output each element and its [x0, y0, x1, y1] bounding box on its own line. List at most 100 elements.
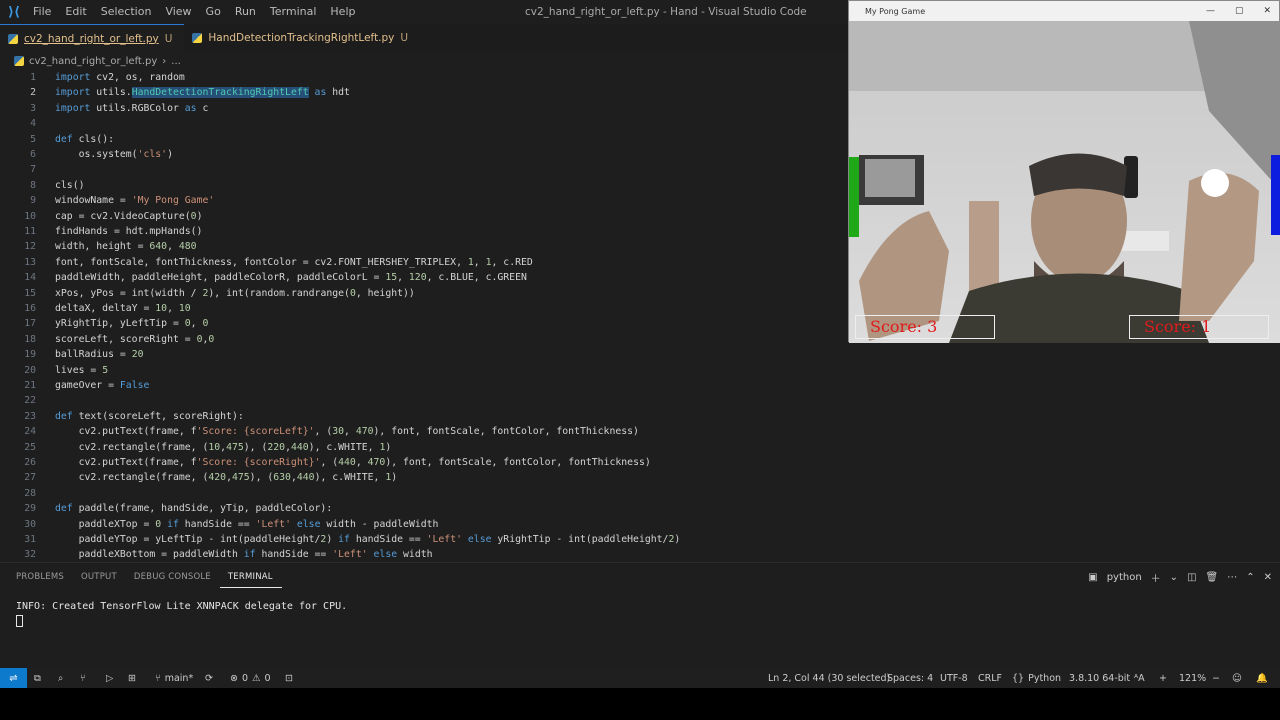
bottom-panel: PROBLEMS OUTPUT DEBUG CONSOLE TERMINAL ▣… — [0, 562, 1280, 668]
code-line[interactable]: 20 lives = 5 — [0, 363, 1280, 378]
warning-icon: ⚠ — [252, 672, 261, 684]
line-number: 17 — [24, 318, 36, 330]
new-terminal-icon[interactable]: ＋ — [1151, 570, 1161, 585]
line-number: 10 — [24, 210, 36, 222]
terminal-shell-label[interactable]: python — [1107, 572, 1142, 583]
tab-terminal[interactable]: TERMINAL — [219, 567, 282, 588]
warning-count: 0 — [264, 672, 271, 684]
layout-icon[interactable]: ⊞ — [128, 673, 136, 684]
menu-run[interactable]: Run — [230, 0, 265, 24]
code-line[interactable]: 29 def paddle(frame, handSide, yTip, padd… — [0, 501, 1280, 516]
code-line[interactable]: 24 cv2.putText(frame, f'Score: {scoreLef… — [0, 424, 1280, 439]
menu-go[interactable]: Go — [201, 0, 230, 24]
maximize-icon[interactable]: ▢ — [1235, 6, 1244, 16]
python-interpreter[interactable]: 3.8.10 64-bit — [1069, 673, 1130, 684]
line-number: 1 — [30, 72, 36, 83]
panel-actions: ▣ python ＋ ⌄ ◫ 🗑 ⋯ ⌃ ✕ — [1088, 563, 1272, 591]
braces-icon: {} — [1012, 672, 1025, 684]
line-number: 13 — [24, 256, 36, 268]
status-bar: ⇌ ⧉ ⌕ ⑂ ▷ ⊞ ⑂ main* ⟳ ⊗ 0 ⚠ 0 ⊡ Ln 2, Co… — [0, 668, 1280, 688]
source-control-icon[interactable]: ⑂ — [80, 673, 86, 684]
close-icon[interactable]: ✕ — [1264, 572, 1272, 583]
pong-window-title: My Pong Game — [865, 6, 926, 16]
line-number: 19 — [24, 349, 36, 361]
sync-icon[interactable]: ⟳ — [205, 673, 213, 684]
code-text: cv2.putText(frame, f'Score: {scoreLeft}'… — [55, 426, 639, 438]
code-text: findHands = hdt.mpHands() — [55, 226, 203, 237]
tab-hand-detection-tracking[interactable]: HandDetectionTrackingRightLeft.py U — [184, 24, 420, 52]
notifications-icon[interactable]: 🔔 — [1256, 673, 1268, 684]
code-text: def cls(): — [55, 133, 114, 145]
tab-debug-console[interactable]: DEBUG CONSOLE — [126, 563, 220, 591]
chevron-down-icon[interactable]: ⌄ — [1170, 572, 1178, 583]
minimize-icon[interactable]: — — [1206, 6, 1215, 16]
breadcrumb-file[interactable]: cv2_hand_right_or_left.py — [29, 56, 157, 67]
menu-edit[interactable]: Edit — [60, 0, 95, 24]
zoom-out-icon[interactable]: − — [1212, 673, 1220, 684]
code-line[interactable]: 26 cv2.putText(frame, f'Score: {scoreRig… — [0, 455, 1280, 470]
pong-game-window[interactable]: My Pong Game — ▢ ✕ Score: 3 Score: 1 — [848, 0, 1280, 343]
code-text: cv2.rectangle(frame, (10,475), (220,440)… — [55, 441, 392, 453]
line-number: 32 — [24, 549, 36, 561]
menu-help[interactable]: Help — [325, 0, 364, 24]
pong-title-bar[interactable]: My Pong Game — ▢ ✕ — [849, 1, 1279, 21]
code-text: ballRadius = 20 — [55, 349, 144, 361]
code-text: width, height = 640, 480 — [55, 241, 197, 253]
line-number: 26 — [24, 457, 36, 468]
branch-indicator[interactable]: ⑂ main* — [155, 668, 193, 688]
language-mode[interactable]: {} Python — [1012, 668, 1061, 688]
code-line[interactable]: 30 paddleXTop = 0 if handSide == 'Left' … — [0, 517, 1280, 532]
line-number: 24 — [24, 426, 36, 438]
menu-view[interactable]: View — [160, 0, 200, 24]
zoom-in-icon[interactable]: + — [1159, 673, 1167, 684]
menu-terminal[interactable]: Terminal — [265, 0, 326, 24]
maximize-panel-icon[interactable]: ⌃ — [1246, 572, 1254, 583]
code-line[interactable]: 32 paddleXBottom = paddleWidth if handSi… — [0, 547, 1280, 562]
tab-output[interactable]: OUTPUT — [73, 563, 126, 591]
breadcrumb-symbols[interactable]: ... — [171, 56, 181, 67]
encoding[interactable]: UTF-8 — [940, 673, 968, 684]
code-line[interactable]: 23 def text(scoreLeft, scoreRight): — [0, 409, 1280, 424]
menu-selection[interactable]: Selection — [96, 0, 161, 24]
line-number: 16 — [24, 303, 36, 314]
problems-indicator[interactable]: ⊗ 0 ⚠ 0 — [230, 668, 271, 688]
trash-icon[interactable]: 🗑 — [1206, 572, 1219, 583]
split-terminal-icon[interactable]: ◫ — [1187, 572, 1196, 583]
line-endings[interactable]: CRLF — [978, 673, 1002, 684]
line-number: 23 — [24, 410, 36, 422]
vscode-logo-icon: ⟩⟨ — [8, 4, 20, 20]
feedback-icon[interactable]: ☺ — [1232, 673, 1242, 684]
line-number: 3 — [30, 102, 36, 114]
code-line[interactable]: 21 gameOver = False — [0, 378, 1280, 393]
terminal-shell-icon: ▣ — [1088, 571, 1098, 583]
code-line[interactable]: 27 cv2.rectangle(frame, (420,475), (630,… — [0, 470, 1280, 485]
terminal-output[interactable]: INFO: Created TensorFlow Lite XNNPACK de… — [16, 601, 347, 612]
code-line[interactable]: 22 — [0, 393, 1280, 408]
code-text: lives = 5 — [55, 364, 109, 376]
menu-file[interactable]: File — [28, 0, 60, 24]
code-text: scoreLeft, scoreRight = 0,0 — [55, 333, 215, 345]
code-text: import cv2, os, random — [55, 72, 185, 83]
terminal-icon[interactable]: ⊡ — [285, 673, 293, 684]
search-icon[interactable]: ⌕ — [58, 673, 63, 684]
code-line[interactable]: 19 ballRadius = 20 — [0, 347, 1280, 362]
zoom-level[interactable]: 121% — [1179, 673, 1206, 684]
close-icon[interactable]: ✕ — [1263, 6, 1271, 16]
font-size-icon[interactable]: ᴬA — [1134, 673, 1145, 684]
code-line[interactable]: 31 paddleYTop = yLeftTip - int(paddleHei… — [0, 532, 1280, 547]
tab-cv2-hand-right-or-left[interactable]: cv2_hand_right_or_left.py U — [0, 24, 185, 52]
indentation[interactable]: Spaces: 4 — [887, 673, 933, 684]
extensions-icon[interactable]: ⧉ — [34, 673, 41, 684]
run-debug-icon[interactable]: ▷ — [106, 673, 113, 684]
code-line[interactable]: 25 cv2.rectangle(frame, (10,475), (220,4… — [0, 440, 1280, 455]
code-text: deltaX, deltaY = 10, 10 — [55, 303, 191, 314]
more-actions-icon[interactable]: ⋯ — [1227, 572, 1237, 583]
line-number: 2 — [30, 87, 36, 99]
cursor-position[interactable]: Ln 2, Col 44 (30 selected) — [768, 673, 890, 684]
pong-ball — [1201, 169, 1229, 197]
git-branch-icon: ⑂ — [155, 672, 161, 684]
tab-problems[interactable]: PROBLEMS — [8, 563, 73, 591]
code-line[interactable]: 28 — [0, 486, 1280, 501]
remote-icon[interactable]: ⇌ — [0, 668, 27, 688]
code-text: gameOver = False — [55, 380, 150, 391]
